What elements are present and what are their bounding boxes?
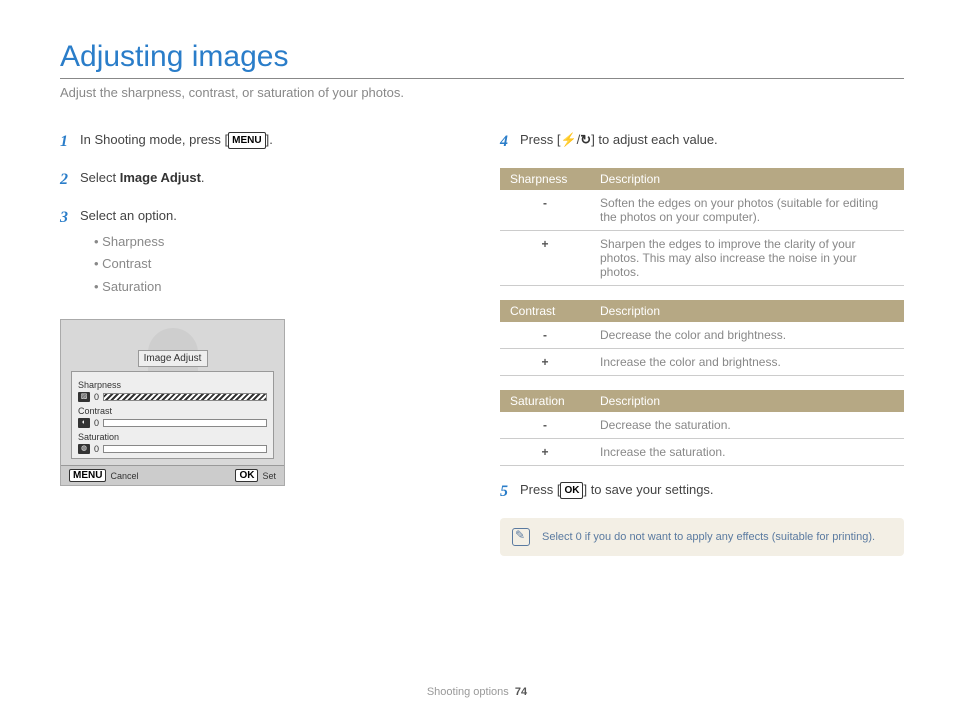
- table-header: Description: [590, 168, 904, 190]
- table-cell-key: -: [500, 412, 590, 439]
- mock-cancel-label: Cancel: [110, 471, 138, 481]
- step-number: 5: [500, 480, 520, 504]
- table-row: +Increase the saturation.: [500, 439, 904, 466]
- table-cell-desc: Decrease the color and brightness.: [590, 322, 904, 349]
- page-footer: Shooting options 74: [0, 686, 954, 698]
- saturation-icon: ◍: [78, 444, 90, 454]
- step-number: 1: [60, 130, 80, 154]
- note-box: Select 0 if you do not want to apply any…: [500, 518, 904, 556]
- step-3: 3 Select an option. Sharpness Contrast S…: [60, 206, 440, 299]
- table-header: Description: [590, 300, 904, 322]
- step-text: Select an option.: [80, 208, 177, 223]
- title-divider: [60, 78, 904, 79]
- table-row: -Soften the edges on your photos (suitab…: [500, 190, 904, 231]
- footer-section: Shooting options: [427, 686, 509, 698]
- flash-icon: ⚡: [560, 132, 576, 147]
- camera-screenshot: Image Adjust Sharpness ▨ 0 Contrast ◐ 0 …: [60, 319, 285, 486]
- ok-badge-icon: OK: [560, 482, 583, 499]
- step-number: 4: [500, 130, 520, 154]
- step-text: ].: [266, 132, 273, 147]
- ok-badge-icon: OK: [235, 469, 258, 482]
- sharpness-icon: ▨: [78, 392, 90, 402]
- table-cell-key: -: [500, 190, 590, 231]
- table-cell-desc: Soften the edges on your photos (suitabl…: [590, 190, 904, 231]
- table-cell-desc: Sharpen the edges to improve the clarity…: [590, 231, 904, 286]
- note-icon: [512, 528, 530, 546]
- menu-badge-icon: MENU: [69, 469, 106, 482]
- menu-badge-icon: MENU: [228, 132, 265, 149]
- table-header: Sharpness: [500, 168, 590, 190]
- mock-row-label: Saturation: [78, 432, 267, 442]
- table-cell-desc: Increase the color and brightness.: [590, 349, 904, 376]
- list-item: Contrast: [94, 254, 440, 274]
- sharpness-table: SharpnessDescription -Soften the edges o…: [500, 168, 904, 286]
- step-text: Press [: [520, 132, 560, 147]
- table-cell-key: -: [500, 322, 590, 349]
- table-header: Description: [590, 390, 904, 412]
- step-text: .: [201, 170, 205, 185]
- saturation-table: SaturationDescription -Decrease the satu…: [500, 390, 904, 466]
- step-5: 5 Press [OK] to save your settings.: [500, 480, 904, 504]
- page-subtitle: Adjust the sharpness, contrast, or satur…: [60, 85, 904, 100]
- table-row: -Decrease the color and brightness.: [500, 322, 904, 349]
- mock-set: OK Set: [235, 469, 276, 482]
- slider: [103, 393, 267, 401]
- step-bold: Image Adjust: [120, 170, 201, 185]
- step-text: ] to adjust each value.: [591, 132, 717, 147]
- mock-row-label: Sharpness: [78, 380, 267, 390]
- page-title: Adjusting images: [60, 40, 904, 74]
- step-text: Select: [80, 170, 120, 185]
- list-item: Saturation: [94, 277, 440, 297]
- mock-value: 0: [94, 444, 99, 454]
- footer-page-number: 74: [515, 686, 527, 698]
- table-cell-desc: Increase the saturation.: [590, 439, 904, 466]
- step-4: 4 Press [⚡/↻] to adjust each value.: [500, 130, 904, 154]
- table-cell-desc: Decrease the saturation.: [590, 412, 904, 439]
- step-number: 2: [60, 168, 80, 192]
- table-row: +Increase the color and brightness.: [500, 349, 904, 376]
- table-cell-key: +: [500, 349, 590, 376]
- table-header: Saturation: [500, 390, 590, 412]
- step-number: 3: [60, 206, 80, 299]
- contrast-icon: ◐: [78, 418, 90, 428]
- slider: [103, 445, 267, 453]
- left-column: 1 In Shooting mode, press [MENU]. 2 Sele…: [60, 130, 440, 556]
- mock-panel: Sharpness ▨ 0 Contrast ◐ 0 Saturation ◍ …: [71, 371, 274, 459]
- table-header: Contrast: [500, 300, 590, 322]
- mock-cancel: MENU Cancel: [69, 469, 138, 482]
- mock-value: 0: [94, 418, 99, 428]
- slider: [103, 419, 267, 427]
- mock-value: 0: [94, 392, 99, 402]
- step-2: 2 Select Image Adjust.: [60, 168, 440, 192]
- list-item: Sharpness: [94, 232, 440, 252]
- step-text: In Shooting mode, press [: [80, 132, 228, 147]
- step-1: 1 In Shooting mode, press [MENU].: [60, 130, 440, 154]
- contrast-table: ContrastDescription -Decrease the color …: [500, 300, 904, 376]
- mock-row-label: Contrast: [78, 406, 267, 416]
- table-row: -Decrease the saturation.: [500, 412, 904, 439]
- mock-title: Image Adjust: [138, 350, 208, 367]
- step-text: Press [: [520, 482, 560, 497]
- step-text: ] to save your settings.: [583, 482, 713, 497]
- right-column: 4 Press [⚡/↻] to adjust each value. Shar…: [500, 130, 904, 556]
- table-cell-key: +: [500, 439, 590, 466]
- note-text: Select 0 if you do not want to apply any…: [542, 531, 875, 543]
- timer-icon: ↻: [580, 132, 591, 147]
- mock-set-label: Set: [262, 471, 276, 481]
- table-cell-key: +: [500, 231, 590, 286]
- table-row: +Sharpen the edges to improve the clarit…: [500, 231, 904, 286]
